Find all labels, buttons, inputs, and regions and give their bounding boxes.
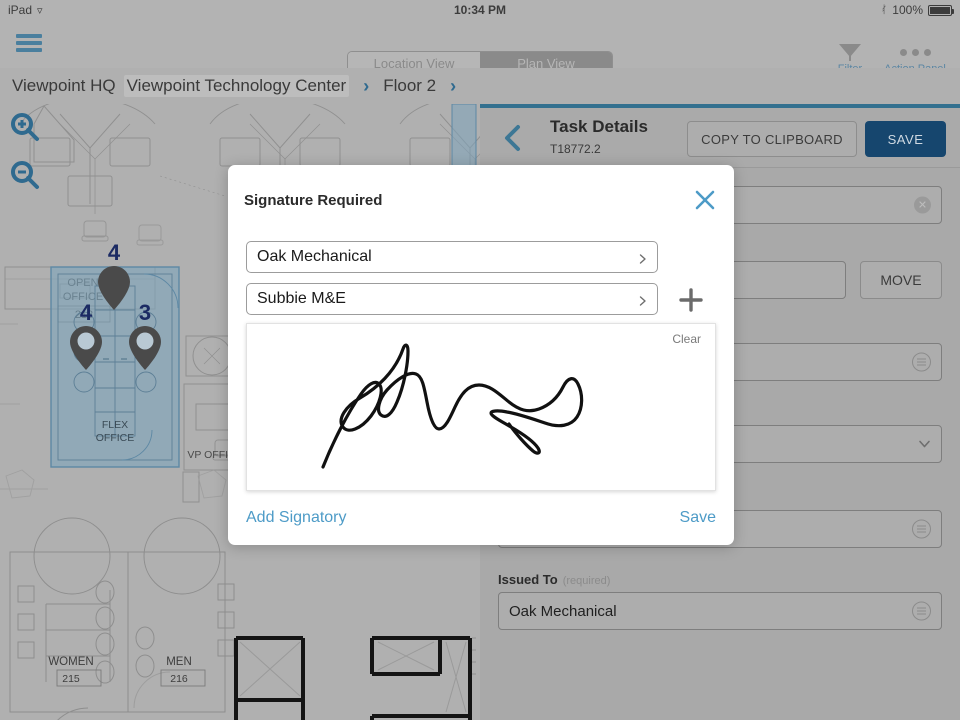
status-bar-clock: 10:34 PM — [453, 3, 507, 17]
required-note: (required) — [562, 575, 611, 587]
signatory-subcontractor-select[interactable]: Subbie M&E — [246, 283, 658, 315]
pin-drop-icon — [70, 326, 102, 370]
issued-to-field[interactable]: Oak Mechanical — [498, 592, 942, 630]
breadcrumb-chevron-right-icon-2: › — [450, 75, 457, 96]
map-pin-marker[interactable]: 4 — [64, 302, 108, 370]
chevron-right-icon — [637, 252, 648, 264]
pin-count-label: 4 — [79, 300, 93, 325]
save-button[interactable]: SAVE — [865, 121, 946, 157]
bluetooth-icon: ᚰ — [880, 4, 888, 16]
app-root: iPad ▿ 10:34 PM ᚰ 100% Location View Pla… — [0, 0, 960, 720]
plus-icon[interactable] — [678, 287, 704, 313]
breadcrumb-item-1[interactable]: Viewpoint Technology Center — [123, 75, 350, 97]
map-pin-marker[interactable]: 4 — [92, 242, 136, 310]
svg-text:216: 216 — [170, 673, 188, 685]
dialog-title: Signature Required — [244, 192, 383, 209]
list-icon[interactable] — [912, 601, 931, 621]
list-icon[interactable] — [912, 519, 931, 539]
pin-count-label: 4 — [107, 240, 121, 265]
move-button[interactable]: MOVE — [860, 261, 942, 299]
svg-text:MEN: MEN — [166, 656, 192, 668]
signature-required-dialog: Signature Required Oak Mechanical Subbie… — [228, 165, 734, 545]
zoom-out-magnifier-icon[interactable] — [10, 160, 40, 190]
pin-drop-icon — [129, 326, 161, 370]
battery-icon — [928, 4, 954, 16]
chevron-down-icon[interactable] — [918, 438, 931, 451]
svg-text:FLEX: FLEX — [102, 419, 128, 431]
breadcrumb-item-2[interactable]: Floor 2 — [383, 76, 436, 96]
issued-to-label-text: Issued To — [498, 572, 558, 587]
close-x-icon[interactable] — [694, 189, 716, 211]
zoom-in-magnifier-icon[interactable] — [10, 112, 40, 142]
svg-text:215: 215 — [62, 673, 80, 685]
map-pin-marker[interactable]: 3 — [123, 302, 167, 370]
page-title: Task Details — [550, 117, 648, 136]
svg-text:WOMEN: WOMEN — [48, 656, 93, 668]
breadcrumb-chevron-right-icon: › — [363, 75, 370, 96]
breadcrumb: Viewpoint HQ Viewpoint Technology Center… — [0, 68, 960, 104]
battery-percent-label: 100% — [892, 3, 923, 17]
task-id-label: T18772.2 — [550, 142, 601, 156]
svg-text:OFFICE: OFFICE — [96, 432, 135, 444]
form-field-issued-to: Issued To (required) Oak Mechanical — [498, 572, 942, 630]
status-bar-right: ᚰ 100% — [880, 3, 954, 17]
modal-save-button[interactable]: Save — [680, 509, 716, 527]
add-signatory-button[interactable]: Add Signatory — [246, 509, 347, 527]
ellipsis-icon — [899, 44, 931, 61]
task-details-header: Task Details T18772.2 COPY TO CLIPBOARD … — [480, 108, 960, 168]
signature-pad[interactable]: Clear — [246, 323, 716, 491]
hamburger-menu-icon[interactable] — [16, 31, 42, 55]
ios-status-bar: iPad ▿ 10:34 PM ᚰ 100% — [0, 0, 960, 20]
signatory-company-select[interactable]: Oak Mechanical — [246, 241, 658, 273]
funnel-icon — [839, 44, 861, 61]
pin-count-label: 3 — [138, 300, 152, 325]
clear-icon[interactable]: ✕ — [914, 196, 931, 214]
chevron-right-icon — [637, 294, 648, 306]
list-icon[interactable] — [912, 352, 931, 372]
breadcrumb-item-0[interactable]: Viewpoint HQ — [12, 76, 116, 96]
signature-ink — [321, 343, 584, 469]
top-navbar: Location View Plan View Filter Action Pa… — [0, 20, 960, 75]
copy-to-clipboard-button[interactable]: COPY TO CLIPBOARD — [687, 121, 857, 157]
chevron-left-icon[interactable] — [502, 124, 524, 152]
issued-to-label: Issued To (required) — [498, 572, 942, 587]
